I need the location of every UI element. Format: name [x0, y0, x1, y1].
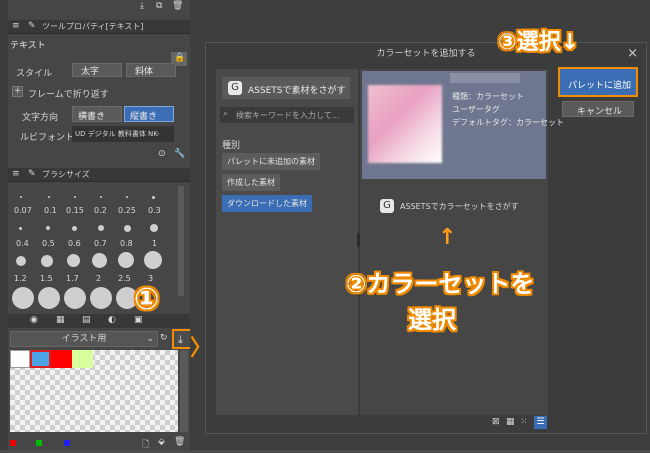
blue-indicator — [64, 440, 70, 446]
horizontal-writing-button[interactable]: 横書き — [72, 106, 122, 122]
thumbnail-image — [368, 85, 442, 163]
item-type: 種類：カラーセット — [452, 92, 524, 101]
left-toolbar-strip — [0, 0, 8, 450]
size-label[interactable]: 0.1 — [44, 206, 57, 215]
assets-icon: G — [380, 199, 394, 213]
size-label[interactable]: 1 — [152, 239, 157, 248]
grid-small-icon[interactable]: ⁙ — [520, 417, 528, 427]
color-swatch[interactable] — [72, 350, 93, 368]
tool-property-title: ツールプロパティ[テキスト] — [42, 22, 144, 31]
size-label[interactable]: 2.5 — [118, 274, 131, 283]
size-label[interactable]: 1.5 — [40, 274, 53, 283]
tab-icon[interactable]: ▦ — [56, 315, 65, 325]
tab-icon[interactable]: ◉ — [30, 315, 38, 325]
color-set-item[interactable]: 種類：カラーセット ユーザータグ デフォルトタグ：カラーセット — [362, 71, 564, 179]
color-swatch[interactable] — [51, 350, 72, 368]
direction-label: 文字方向 — [22, 113, 59, 123]
pen-icon: ✎ — [28, 21, 36, 31]
color-set-select[interactable]: イラスト用 ⌄ — [10, 331, 158, 347]
top-icons: ⤓ ⧉ 🗑 — [138, 1, 188, 15]
size-label[interactable]: 1.7 — [66, 274, 79, 283]
brush-scrollbar[interactable] — [178, 186, 184, 296]
vertical-writing-button[interactable]: 縦書き — [124, 106, 174, 122]
wrap-expand-toggle[interactable]: + — [12, 86, 23, 97]
drop-icon[interactable]: ⬙ — [158, 437, 165, 447]
color-swatch[interactable] — [10, 350, 30, 368]
size-label[interactable]: 0.4 — [16, 239, 29, 248]
style-label: スタイル — [16, 69, 53, 79]
italic-button[interactable]: 斜体 — [126, 63, 176, 77]
view-icon[interactable]: ⊠ — [492, 417, 500, 427]
tool-property-header: ≡ ✎ ツールプロパティ[テキスト] — [8, 20, 190, 34]
wrench-icon[interactable]: 🔧 — [174, 149, 185, 159]
category-label: 種別 — [222, 141, 241, 151]
size-label[interactable]: 0.6 — [68, 239, 81, 248]
size-label[interactable]: 1.2 — [14, 274, 27, 283]
left-panel: ⤓ ⧉ 🗑 ≡ ✎ ツールプロパティ[テキスト] テキスト 🔒 スタイル 太字 … — [8, 0, 194, 453]
view-mode-icons: ⊠ ▦ ⁙ ☰ — [492, 416, 642, 431]
bold-button[interactable]: 太字 — [72, 63, 122, 77]
menu-icon[interactable]: ≡ — [12, 169, 20, 179]
blurred-title — [450, 73, 520, 83]
tab-icon[interactable]: ◐ — [108, 315, 116, 325]
brush-size-title: ブラシサイズ — [42, 170, 90, 179]
color-swatch[interactable] — [30, 350, 51, 368]
download-icon[interactable]: ⤓ — [140, 1, 144, 11]
step1-badge: ① — [134, 282, 160, 317]
color-swatch-grid[interactable] — [10, 350, 178, 432]
assets-search-button[interactable]: G ASSETSで素材をさがす — [222, 77, 350, 99]
dialog-sidebar: G ASSETSで素材をさがす ⌕ 検索キーワードを入力して... 種別 パレッ… — [216, 69, 358, 415]
search-icon: ⌕ — [223, 109, 229, 119]
trash-icon[interactable]: 🗑 — [172, 1, 183, 11]
ruby-font-label: ルビフォント — [20, 133, 75, 143]
cancel-button[interactable]: キャンセル — [562, 101, 634, 117]
copy-icon[interactable]: ⧉ — [156, 1, 162, 11]
material-list: 種類：カラーセット ユーザータグ デフォルトタグ：カラーセット G ASSETS… — [358, 69, 564, 415]
category-item[interactable]: パレットに未追加の素材 — [222, 153, 320, 170]
size-label[interactable]: 0.8 — [120, 239, 133, 248]
search-input[interactable]: ⌕ 検索キーワードを入力して... — [220, 107, 354, 123]
size-label[interactable]: 0.5 — [42, 239, 55, 248]
size-label[interactable]: 0.07 — [14, 206, 32, 215]
settings-icon[interactable]: ⊙ — [158, 149, 166, 159]
add-file-icon[interactable]: 🗋 — [142, 437, 149, 453]
brush-icon: ✎ — [28, 169, 36, 179]
menu-icon[interactable]: ≡ — [12, 21, 20, 31]
chevron-down-icon: ⌄ — [146, 334, 154, 344]
assets-icon: G — [228, 81, 242, 95]
add-to-palette-button[interactable]: パレットに追加 — [558, 67, 638, 97]
splitter-handle[interactable] — [357, 233, 360, 247]
red-indicator — [10, 440, 16, 446]
brush-size-header: ≡ ✎ ブラシサイズ — [8, 168, 190, 182]
download-icon: ⤓ — [178, 333, 183, 346]
list-icon[interactable]: ☰ — [534, 416, 547, 429]
up-arrow-icon: ↑ — [438, 225, 457, 250]
ruby-font-select[interactable]: UD デジタル 教科書体 NK- — [72, 126, 174, 142]
size-label[interactable]: 0.3 — [148, 206, 161, 215]
add-color-set-dialog: カラーセットを追加する × G ASSETSで素材をさがす ⌕ 検索キーワードを… — [205, 42, 647, 434]
size-label[interactable]: 0.7 — [94, 239, 107, 248]
size-label[interactable]: 2 — [96, 274, 101, 283]
link-icon[interactable]: ↻ — [160, 333, 168, 343]
swatch-scrollbar[interactable] — [180, 350, 188, 432]
green-indicator — [36, 440, 42, 446]
size-label[interactable]: 0.15 — [66, 206, 84, 215]
tab-icon[interactable]: ▤ — [82, 315, 91, 325]
grid-large-icon[interactable]: ▦ — [506, 417, 515, 427]
step2-callout: ②カラーセットを 選択 — [346, 270, 535, 334]
step3-callout: ③選択↓ — [498, 30, 580, 55]
trash-icon[interactable]: 🗑 — [174, 437, 185, 447]
category-item-selected[interactable]: ダウンロードした素材 — [222, 195, 312, 212]
item-default-tag: デフォルトタグ：カラーセット — [452, 118, 564, 127]
wrap-label: フレームで折り返す — [28, 90, 109, 100]
size-label[interactable]: 0.25 — [118, 206, 136, 215]
tool-name: テキスト — [10, 41, 46, 51]
item-user-tag: ユーザータグ — [452, 105, 500, 114]
category-item[interactable]: 作成した素材 — [222, 174, 280, 191]
assets-color-set-link[interactable]: G ASSETSでカラーセットをさがす — [380, 197, 530, 215]
size-label[interactable]: 0.2 — [94, 206, 107, 215]
